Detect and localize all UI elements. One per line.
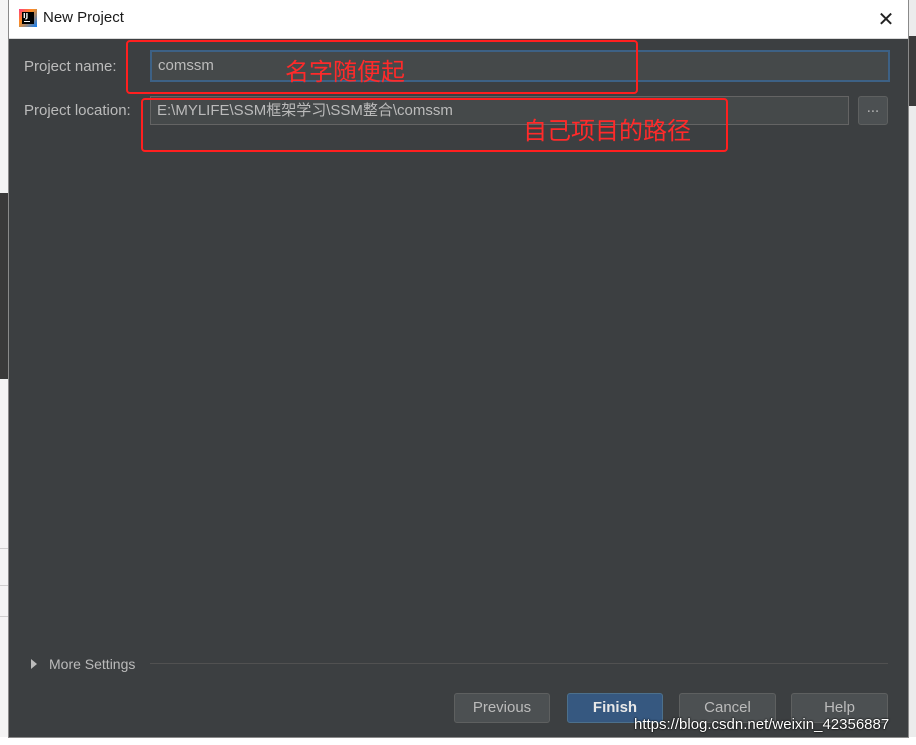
background-window-right (908, 0, 916, 745)
close-icon[interactable]: ✕ (872, 5, 900, 33)
background-divider (0, 585, 9, 586)
background-window-panel (0, 193, 9, 379)
background-window-bottom (0, 737, 916, 745)
background-divider (0, 616, 9, 617)
annotation-text-location: 自己项目的路径 (523, 117, 691, 145)
more-settings-divider (150, 663, 888, 664)
annotation-text-name: 名字随便起 (285, 58, 405, 86)
new-project-dialog: IJ New Project ✕ Project name: comssm Pr… (9, 0, 908, 737)
window-title: New Project (43, 9, 124, 26)
project-location-label: Project location: (24, 102, 131, 119)
intellij-logo-mark: IJ (22, 12, 34, 24)
watermark-url: https://blog.csdn.net/weixin_42356887 (634, 716, 890, 733)
intellij-logo-icon: IJ (19, 9, 37, 27)
background-divider (0, 548, 9, 549)
browse-location-button[interactable]: ... (858, 96, 888, 125)
title-bar: IJ New Project ✕ (9, 0, 908, 39)
more-settings-toggle[interactable]: More Settings (49, 656, 135, 672)
project-name-label: Project name: (24, 58, 117, 75)
previous-button[interactable]: Previous (454, 693, 550, 723)
chevron-right-icon[interactable] (31, 659, 37, 669)
background-window-right-panel (908, 36, 916, 106)
